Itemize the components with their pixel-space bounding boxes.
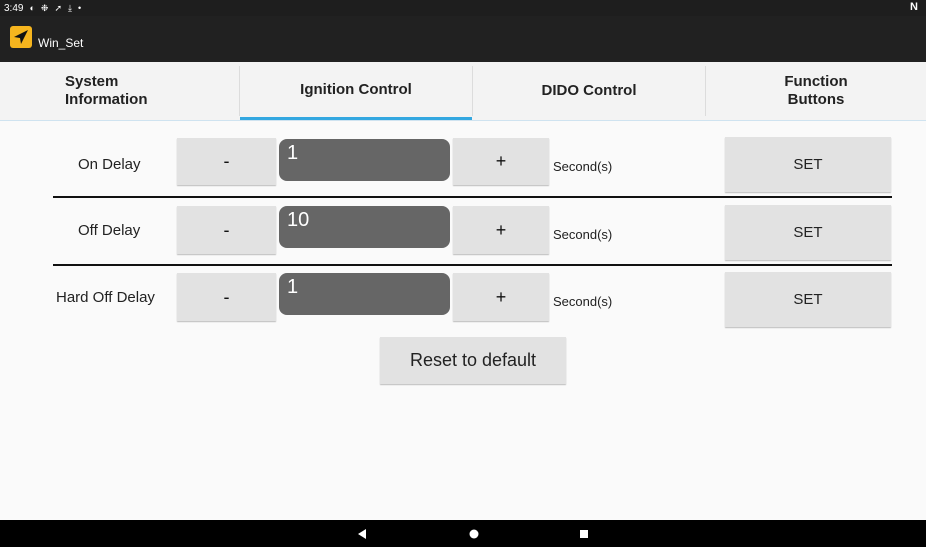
app-title: Win_Set <box>38 36 84 50</box>
row-divider <box>53 264 892 266</box>
home-icon[interactable] <box>459 520 489 547</box>
app-bar: Win_Set <box>0 16 926 62</box>
tab-separator <box>705 66 706 116</box>
on-delay-set-button[interactable]: SET <box>725 137 891 192</box>
off-delay-label: Off Delay <box>78 222 141 239</box>
download-icon: ⤓ <box>68 2 72 13</box>
hard-off-delay-unit: Second(s) <box>553 294 613 309</box>
off-delay-unit: Second(s) <box>553 227 613 242</box>
nfc-icon: N <box>910 1 918 13</box>
back-icon[interactable] <box>347 520 377 547</box>
off-delay-increment-button[interactable]: + <box>453 206 549 254</box>
hard-off-delay-increment-button[interactable]: + <box>453 273 549 321</box>
hard-off-delay-label: Hard Off Delay <box>56 289 155 306</box>
on-delay-decrement-button[interactable]: - <box>177 138 276 185</box>
reset-to-default-button[interactable]: Reset to default <box>380 337 566 384</box>
tab-bar: System Information Ignition Control DIDO… <box>0 62 926 121</box>
on-delay-unit: Second(s) <box>553 159 613 174</box>
tab-system-information[interactable]: System Information <box>65 62 235 120</box>
navigation-bar <box>0 520 926 547</box>
off-delay-set-button[interactable]: SET <box>725 205 891 260</box>
hard-off-delay-input[interactable]: 1 <box>279 273 450 315</box>
hard-off-delay-decrement-button[interactable]: - <box>177 273 276 321</box>
notification-icon: ◐ <box>29 2 35 13</box>
location-icon: ➚ <box>54 2 62 13</box>
off-delay-decrement-button[interactable]: - <box>177 206 276 254</box>
tab-ignition-control[interactable]: Ignition Control <box>240 62 472 120</box>
recents-icon[interactable] <box>569 520 599 547</box>
status-time: 3:49 <box>4 2 24 14</box>
dot-icon: • <box>77 2 82 13</box>
off-delay-input[interactable]: 10 <box>279 206 450 248</box>
status-bar: 3:49 ◐ ❉ ➚ ⤓ • N <box>0 0 926 16</box>
row-divider <box>53 196 892 198</box>
on-delay-label: On Delay <box>78 156 141 173</box>
on-delay-input[interactable]: 1 <box>279 139 450 181</box>
tab-function-buttons[interactable]: Function Buttons <box>706 62 926 120</box>
app-icon <box>10 26 32 48</box>
tab-separator <box>239 66 240 116</box>
on-delay-increment-button[interactable]: + <box>453 138 549 185</box>
settings-icon: ❉ <box>40 2 49 13</box>
tab-separator <box>472 66 473 116</box>
hard-off-delay-set-button[interactable]: SET <box>725 272 891 327</box>
tab-dido-control[interactable]: DIDO Control <box>473 62 705 120</box>
